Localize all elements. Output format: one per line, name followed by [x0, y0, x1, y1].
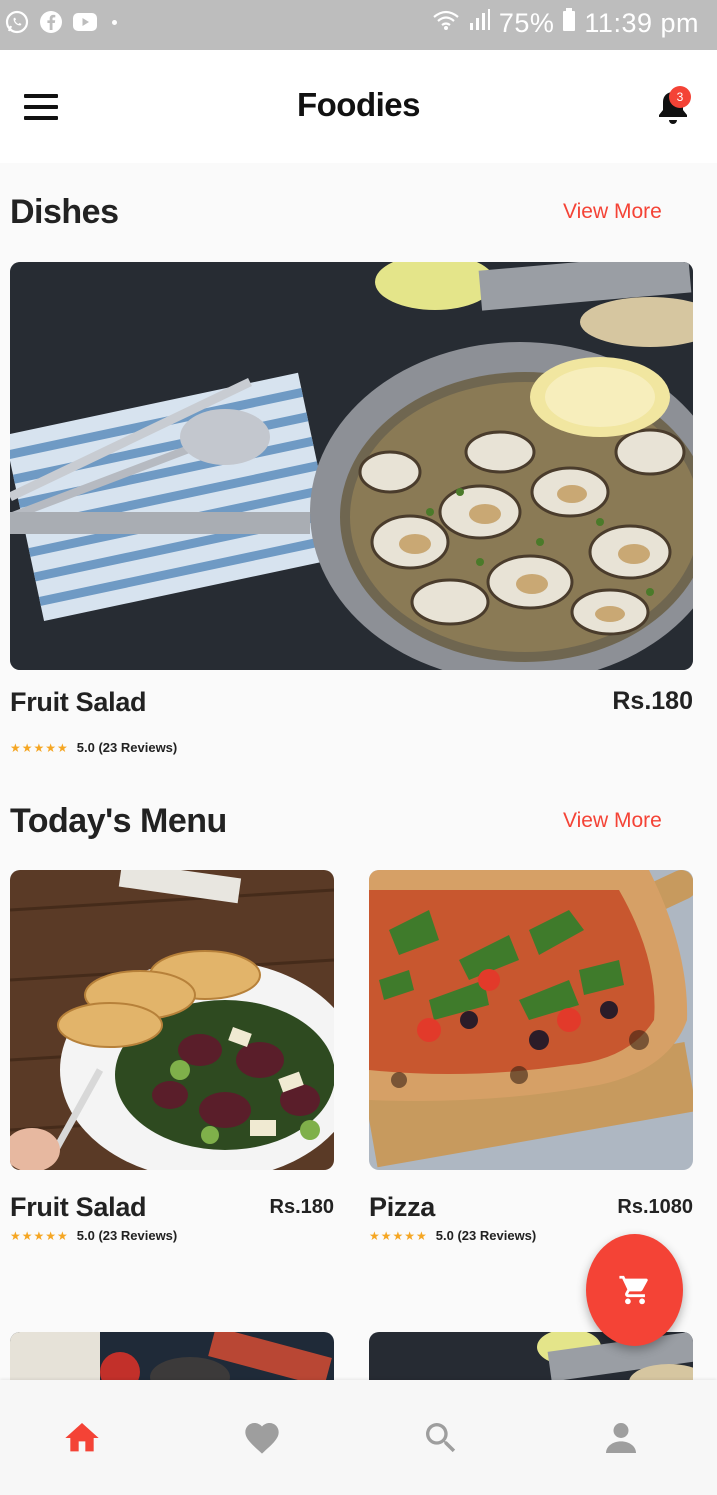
- featured-dish-price: Rs.180: [612, 687, 693, 715]
- app-title: Foodies: [296, 86, 421, 123]
- featured-dish-image[interactable]: [10, 262, 693, 670]
- featured-dish-rating: ★★★★★ 5.0 (23 Reviews): [10, 740, 177, 755]
- battery-percent: 75%: [498, 8, 555, 38]
- menu-item-rating: ★★★★★ 5.0 (23 Reviews): [369, 1228, 536, 1243]
- menu-item-price: Rs.1080: [617, 1196, 693, 1218]
- menu-item-rating: ★★★★★ 5.0 (23 Reviews): [10, 1228, 177, 1243]
- search-icon: [426, 1423, 456, 1453]
- rating-text: 5.0 (23 Reviews): [76, 1228, 178, 1243]
- notification-badge: 3: [669, 86, 691, 108]
- star-rating-icons: ★★★★★: [369, 1228, 428, 1243]
- whatsapp-icon: [4, 9, 30, 35]
- clock: 11:39 pm: [584, 8, 699, 38]
- todays-menu-title: Today's Menu: [10, 802, 227, 840]
- cart-icon: [618, 1275, 648, 1305]
- menu-item-image-pizza[interactable]: [369, 870, 693, 1170]
- menu-item-price: Rs.180: [269, 1196, 335, 1218]
- status-bar: 75% 11:39 pm: [0, 0, 717, 50]
- rating-text: 5.0 (23 Reviews): [76, 740, 178, 755]
- cart-button[interactable]: [586, 1234, 683, 1346]
- menu-item-name: Fruit Salad: [10, 1192, 147, 1222]
- featured-dish-name: Fruit Salad: [10, 687, 147, 717]
- signal-icon: [469, 8, 491, 39]
- dishes-title: Dishes: [10, 193, 119, 231]
- status-left: [4, 9, 117, 35]
- profile-icon: [606, 1423, 636, 1453]
- menu-item-name: Pizza: [369, 1192, 436, 1222]
- bottom-navigation: [0, 1380, 717, 1495]
- nav-favorites[interactable]: [240, 1416, 284, 1460]
- battery-icon: [562, 8, 576, 39]
- wifi-icon: [431, 8, 461, 39]
- rating-text: 5.0 (23 Reviews): [435, 1228, 537, 1243]
- dishes-view-more-link[interactable]: View More: [563, 200, 662, 224]
- app-bar: Foodies: [0, 50, 717, 163]
- youtube-icon: [72, 9, 98, 35]
- nav-search[interactable]: [419, 1416, 463, 1460]
- todays-menu-view-more-link[interactable]: View More: [563, 809, 662, 833]
- nav-profile[interactable]: [599, 1416, 643, 1460]
- facebook-icon: [38, 9, 64, 35]
- heart-icon: [245, 1423, 279, 1454]
- nav-home[interactable]: [60, 1416, 104, 1460]
- notification-dot: [112, 19, 117, 25]
- star-rating-icons: ★★★★★: [10, 740, 69, 755]
- menu-item-image-fruit-salad[interactable]: [10, 870, 334, 1170]
- star-rating-icons: ★★★★★: [10, 1228, 69, 1243]
- home-icon: [65, 1423, 99, 1452]
- status-right: 75% 11:39 pm: [431, 8, 699, 39]
